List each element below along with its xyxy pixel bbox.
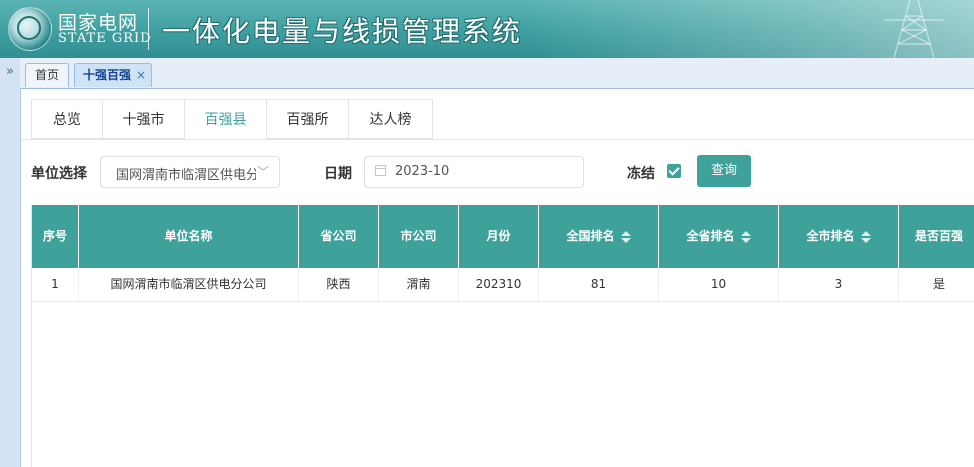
freeze-label: 冻结 [627, 166, 655, 182]
sort-icon[interactable] [740, 230, 751, 243]
subtab-top-cities[interactable]: 十强市 [103, 99, 185, 139]
cell-city: 渭南 [379, 268, 459, 301]
table-header: 序号 单位名称 省公司 市公司 月份 全国排名 全省排名 全市排名 是否百强 [32, 205, 974, 268]
cell-unit-name: 国网渭南市临渭区供电分公司 [79, 268, 299, 301]
cell-top-hundred: 是 [932, 277, 945, 291]
sort-icon[interactable] [860, 230, 871, 243]
date-label: 日期 [324, 166, 352, 182]
cell-province: 陕西 [299, 268, 379, 301]
close-tab-icon[interactable]: × [136, 64, 146, 86]
app-header: 国家电网 STATE GRID 一体化电量与线损管理系统 [0, 0, 974, 58]
chevron-down-icon: ﹀ [256, 165, 269, 179]
unit-label: 单位选择 [31, 166, 87, 182]
calendar-icon [375, 165, 386, 176]
col-top-hundred: 是否百强 [914, 229, 963, 243]
system-title: 一体化电量与线损管理系统 [162, 15, 523, 48]
cell-province-rank: 10 [659, 268, 779, 301]
tab-top-ten-hundred[interactable]: 十强百强 × [74, 63, 152, 87]
query-button[interactable]: 查询 [697, 155, 751, 187]
ranking-table: 序号 单位名称 省公司 市公司 月份 全国排名 全省排名 全市排名 是否百强 1… [31, 205, 974, 467]
col-unit-name: 单位名称 [79, 205, 299, 268]
date-picker[interactable]: 2023-10 [364, 156, 584, 188]
subtab-top-stations[interactable]: 百强所 [267, 99, 349, 139]
tab-home[interactable]: 首页 [25, 63, 69, 87]
brand-name-en: STATE GRID [58, 31, 152, 46]
tab-home-label: 首页 [34, 68, 59, 82]
cell-index: 1 [32, 268, 79, 301]
subtab-divider [21, 139, 974, 140]
freeze-checkbox[interactable] [667, 164, 681, 178]
header-divider [148, 8, 149, 50]
cell-national-rank: 81 [539, 268, 659, 301]
col-city-rank[interactable]: 全市排名 [779, 205, 899, 268]
subtab-experts[interactable]: 达人榜 [349, 99, 433, 139]
cell-city-rank: 3 [779, 268, 899, 301]
subtab-overview[interactable]: 总览 [31, 99, 103, 139]
col-city: 市公司 [379, 205, 459, 268]
page-tab-strip: 首页 十强百强 × [20, 58, 974, 89]
expand-sidebar-icon[interactable]: » [0, 64, 20, 79]
col-month: 月份 [459, 205, 539, 268]
main-content: 总览 十强市 百强县 百强所 达人榜 单位选择 国网渭南市临渭区供电分公司 ﹀ … [21, 89, 974, 467]
tab-top-label: 十强百强 [83, 68, 132, 82]
power-tower-icon [884, 0, 944, 58]
unit-select-value: 国网渭南市临渭区供电分公司 [116, 168, 256, 183]
left-rail: » [0, 58, 21, 467]
col-province-rank[interactable]: 全省排名 [659, 205, 779, 268]
col-index: 序号 [32, 205, 79, 268]
sort-icon[interactable] [620, 230, 631, 243]
col-national-rank[interactable]: 全国排名 [539, 205, 659, 268]
cell-month: 202310 [459, 268, 539, 301]
subtab-top-counties[interactable]: 百强县 [185, 99, 267, 139]
col-province: 省公司 [299, 205, 379, 268]
state-grid-logo-icon [8, 7, 52, 51]
table-row[interactable]: 1 国网渭南市临渭区供电分公司 陕西 渭南 202310 81 10 3 是 [32, 268, 974, 302]
unit-select[interactable]: 国网渭南市临渭区供电分公司 ﹀ [100, 156, 280, 188]
date-value: 2023-10 [395, 164, 450, 179]
